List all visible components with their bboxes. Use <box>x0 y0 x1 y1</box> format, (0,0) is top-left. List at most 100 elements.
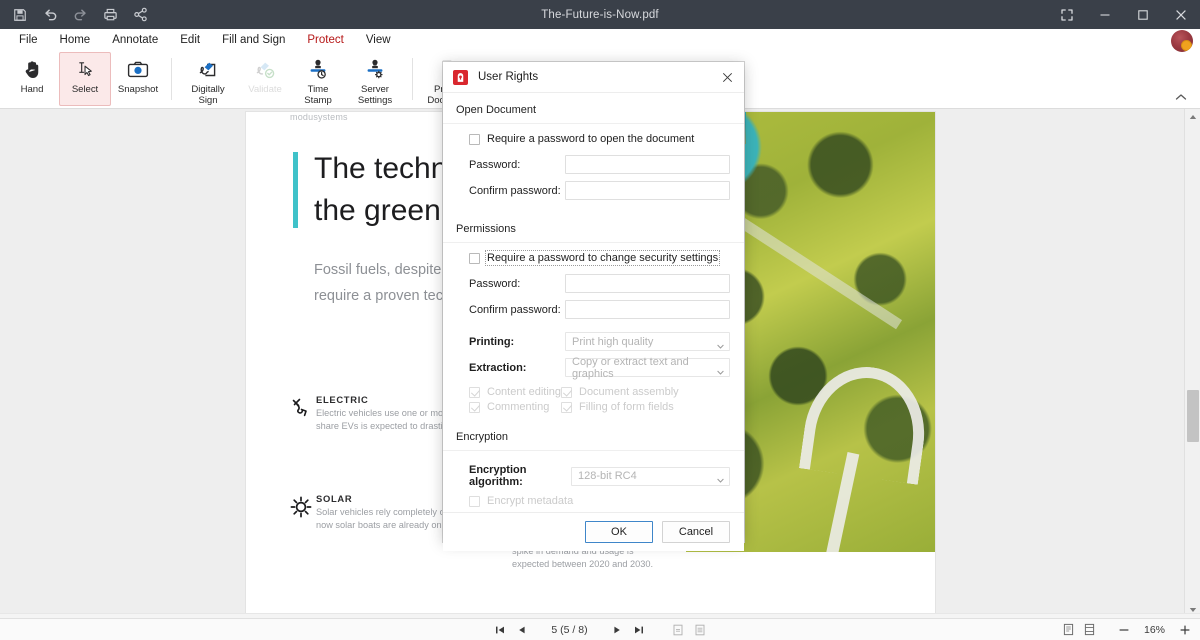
extraction-row: Extraction: Copy or extract text and gra… <box>457 358 730 377</box>
save-icon[interactable] <box>6 2 34 28</box>
ribbon-label-time-stamp: TimeStamp <box>304 84 331 106</box>
scroll-up-arrow-icon[interactable] <box>1185 109 1200 125</box>
redo-icon[interactable] <box>66 2 94 28</box>
dialog-footer: OK Cancel <box>443 512 744 551</box>
close-icon[interactable] <box>1162 0 1200 29</box>
permission-commenting: Commenting <box>469 401 561 413</box>
ribbon-label-select: Select <box>72 84 98 95</box>
extraction-label: Extraction: <box>457 362 565 374</box>
require-open-password-checkbox[interactable] <box>469 134 480 145</box>
window-controls <box>1048 0 1200 29</box>
camera-icon <box>127 56 149 83</box>
permissions-confirm-password-input[interactable] <box>565 300 730 319</box>
section-header-open-document: Open Document <box>443 93 744 124</box>
electric-plug-icon <box>288 395 316 423</box>
printing-label: Printing: <box>457 336 565 348</box>
continuous-view-icon[interactable] <box>1080 621 1099 639</box>
vertical-scrollbar[interactable] <box>1184 109 1200 618</box>
collapse-ribbon-chevron-icon[interactable] <box>1172 88 1190 106</box>
chevron-down-icon <box>717 474 724 486</box>
permissions-password-row: Password: <box>457 274 730 293</box>
section-body-encryption: Encryption algorithm: 128-bit RC4 Encryp… <box>443 451 744 512</box>
next-page-icon[interactable] <box>608 621 627 639</box>
printing-value: Print high quality <box>572 336 653 348</box>
zoom-level[interactable]: 16% <box>1136 624 1173 636</box>
maximize-icon[interactable] <box>1124 0 1162 29</box>
ok-button[interactable]: OK <box>585 521 653 543</box>
first-page-icon[interactable] <box>491 621 510 639</box>
share-icon[interactable] <box>126 2 154 28</box>
section-title-electric: ELECTRIC <box>316 394 368 405</box>
fullscreen-icon[interactable] <box>1048 0 1086 29</box>
dialog-title: User Rights <box>478 71 538 83</box>
ribbon-button-digitally-sign[interactable]: DigitallySign <box>178 52 238 107</box>
zoom-in-icon[interactable] <box>1175 621 1194 639</box>
ribbon-label-validate: Validate <box>248 84 282 95</box>
document-assembly-label: Document assembly <box>579 386 679 398</box>
document-assembly-checkbox <box>561 387 572 398</box>
heading-line-1: The techn <box>314 152 447 185</box>
extraction-dropdown[interactable]: Copy or extract text and graphics <box>565 358 730 377</box>
digital-sign-icon <box>197 56 219 83</box>
menu-item-edit[interactable]: Edit <box>169 30 211 51</box>
require-open-password-row[interactable]: Require a password to open the document <box>457 133 730 145</box>
open-password-input[interactable] <box>565 155 730 174</box>
encryption-algorithm-dropdown[interactable]: 128-bit RC4 <box>571 467 730 486</box>
dialog-close-icon[interactable] <box>710 62 744 93</box>
menu-item-view[interactable]: View <box>355 30 402 51</box>
time-stamp-icon <box>307 56 329 83</box>
avatar[interactable] <box>1171 30 1193 52</box>
menu-item-home[interactable]: Home <box>49 30 102 51</box>
fit-width-icon[interactable] <box>691 621 710 639</box>
chevron-down-icon <box>717 340 724 352</box>
ribbon-button-time-stamp[interactable]: TimeStamp <box>292 52 344 107</box>
permissions-password-label: Password: <box>457 278 565 290</box>
scrollbar-thumb[interactable] <box>1187 390 1199 442</box>
validate-icon <box>254 56 276 83</box>
encrypt-metadata-row: Encrypt metadata <box>457 495 730 507</box>
undo-icon[interactable] <box>36 2 64 28</box>
ribbon-button-snapshot[interactable]: Snapshot <box>112 52 164 106</box>
zoom-out-icon[interactable] <box>1115 621 1134 639</box>
cancel-button[interactable]: Cancel <box>662 521 730 543</box>
open-confirm-password-row: Confirm password: <box>457 181 730 200</box>
open-confirm-password-input[interactable] <box>565 181 730 200</box>
menu-item-file[interactable]: File <box>8 30 49 51</box>
encryption-algorithm-label: Encryption algorithm: <box>457 464 571 488</box>
printing-dropdown[interactable]: Print high quality <box>565 332 730 351</box>
ribbon-button-select[interactable]: Select <box>59 52 111 106</box>
menu-item-annotate[interactable]: Annotate <box>101 30 169 51</box>
menu-item-protect[interactable]: Protect <box>296 30 354 51</box>
minimize-icon[interactable] <box>1086 0 1124 29</box>
permissions-confirm-password-label: Confirm password: <box>457 304 565 316</box>
lock-shield-icon <box>453 70 468 85</box>
commenting-checkbox <box>469 402 480 413</box>
print-icon[interactable] <box>96 2 124 28</box>
section-header-encryption: Encryption <box>443 420 744 451</box>
page-indicator[interactable]: 5 (5 / 8) <box>535 624 605 636</box>
last-page-icon[interactable] <box>630 621 649 639</box>
single-page-view-icon[interactable] <box>1059 621 1078 639</box>
select-cursor-icon <box>75 56 96 83</box>
hand-icon <box>22 56 43 83</box>
ribbon-button-server-settings[interactable]: ServerSettings <box>345 52 405 107</box>
require-security-password-row[interactable]: Require a password to change security se… <box>457 252 730 264</box>
ribbon-button-hand[interactable]: Hand <box>6 52 58 106</box>
encryption-algorithm-row: Encryption algorithm: 128-bit RC4 <box>457 464 730 488</box>
permission-checkbox-grid: Content editing Document assembly Commen… <box>457 386 730 413</box>
heading-accent-bar <box>293 152 298 228</box>
user-rights-dialog[interactable]: User Rights Open Document Require a pass… <box>443 62 744 542</box>
require-security-password-checkbox[interactable] <box>469 253 480 264</box>
extraction-value: Copy or extract text and graphics <box>572 356 713 380</box>
open-password-label: Password: <box>457 159 565 171</box>
content-editing-checkbox <box>469 387 480 398</box>
menu-item-fill-and-sign[interactable]: Fill and Sign <box>211 30 296 51</box>
solar-sun-icon <box>288 494 316 522</box>
previous-page-icon[interactable] <box>513 621 532 639</box>
window-title: The-Future-is-Now.pdf <box>0 9 1200 21</box>
document-brand: modusystems <box>290 112 348 122</box>
fit-page-icon[interactable] <box>669 621 688 639</box>
open-confirm-password-label: Confirm password: <box>457 185 565 197</box>
section-body-open-document: Require a password to open the document … <box>443 124 744 212</box>
permissions-password-input[interactable] <box>565 274 730 293</box>
